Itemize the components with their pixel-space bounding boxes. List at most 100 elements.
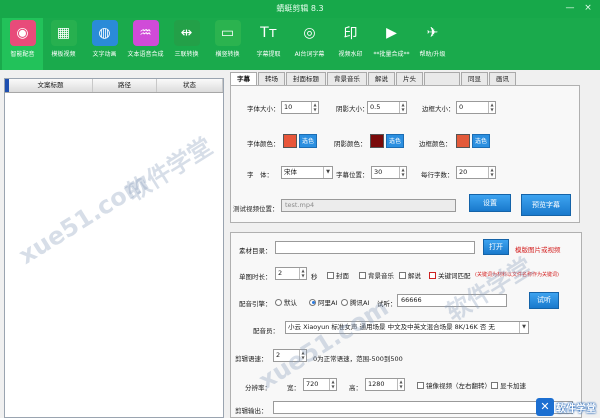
duration-input[interactable]: 2 ▲ ▼: [275, 267, 307, 280]
keyword-match-checkbox[interactable]: 关键词匹配: [429, 270, 471, 280]
engine-ali-radio[interactable]: 阿里AI: [309, 297, 337, 307]
toolbar-button-9[interactable]: ▶ **批量合成**: [371, 18, 412, 70]
toolbar-button-6[interactable]: Tт 字幕提取: [248, 18, 289, 70]
col-path-header[interactable]: 路径: [93, 79, 157, 92]
tab-7[interactable]: 同显: [461, 72, 488, 85]
col-status-header[interactable]: 状态: [157, 79, 223, 92]
border-size-spinner[interactable]: ▲ ▼: [488, 102, 495, 113]
toolbar-button-3[interactable]: ♒ 文本语音合成: [125, 18, 166, 70]
font-select[interactable]: 宋体 ▼: [281, 166, 333, 179]
toolbar-button-5[interactable]: ▭ 横竖转换: [207, 18, 248, 70]
toolbar-button-label: 智能配音: [10, 51, 35, 58]
cover-checkbox[interactable]: 封面: [327, 270, 349, 280]
shadow-color-swatch: [370, 134, 384, 148]
border-size-input[interactable]: 0 ▲ ▼: [456, 101, 496, 114]
brand-logo: ✕ 软件学堂: [536, 398, 596, 416]
window-title: 蜻蜓剪辑 8.3: [276, 4, 324, 13]
audition-button[interactable]: 试听: [529, 292, 559, 309]
tab-2[interactable]: 封面标题: [286, 72, 326, 85]
batch-compose-icon: ▶: [378, 20, 405, 46]
toolbar-button-1[interactable]: ▦ 模板视频: [43, 18, 84, 70]
minimize-button[interactable]: —: [564, 2, 576, 14]
toolbar-button-label: AI台词字幕: [294, 51, 325, 58]
chars-per-line-input[interactable]: 20 ▲ ▼: [456, 166, 496, 179]
toolbar-button-label: 文字动画: [92, 51, 117, 58]
shadow-size-spinner[interactable]: ▲ ▼: [399, 102, 406, 113]
close-button[interactable]: ×: [582, 2, 594, 14]
brand-logo-icon: ✕: [536, 398, 554, 416]
toolbar-button-0[interactable]: ◉ 智能配音: [2, 18, 43, 70]
engine-default-radio[interactable]: 默认: [275, 297, 297, 307]
toolbar-button-label: 三联转换: [174, 51, 199, 58]
height-spinner[interactable]: ▲ ▼: [397, 379, 404, 390]
position-spinner[interactable]: ▲ ▼: [399, 167, 406, 178]
tts-icon: ♒: [132, 20, 159, 46]
chars-per-line-label: 每行字数：: [421, 171, 454, 179]
tab-8[interactable]: 画讯: [489, 72, 516, 85]
toolbar-button-label: **批量合成**: [373, 51, 410, 58]
border-size-label: 边框大小：: [422, 105, 455, 113]
main-toolbar: ◉ 智能配音 ▦ 模板视频 ◍ 文字动画 ♒ 文本语音合成 ⇹ 三联转换 ▭ 横竖转换 Tт 字幕提取 ◎ A…: [0, 18, 600, 70]
ai-subtitle-icon: ◎: [296, 20, 323, 46]
font-color-pick-button[interactable]: 选色: [299, 134, 317, 148]
font-color-swatch: [283, 134, 297, 148]
toolbar-button-4[interactable]: ⇹ 三联转换: [166, 18, 207, 70]
width-spinner[interactable]: ▲ ▼: [329, 379, 336, 390]
height-label: 高：: [349, 384, 362, 392]
toolbar-button-label: 字幕提取: [256, 51, 281, 58]
output-path-input[interactable]: [273, 401, 573, 414]
border-color-pick-button[interactable]: 选色: [472, 134, 490, 148]
tab-6[interactable]: [424, 72, 460, 85]
set-button[interactable]: 设置: [469, 194, 511, 212]
subtitle-position-input[interactable]: 30 ▲ ▼: [371, 166, 407, 179]
col-title-header[interactable]: 文案标题: [9, 79, 93, 92]
height-input[interactable]: 1280 ▲ ▼: [365, 378, 405, 391]
subtitle-position-label: 字幕位置：: [336, 171, 369, 179]
tab-3[interactable]: 背景音乐: [327, 72, 367, 85]
chars-spinner[interactable]: ▲ ▼: [488, 167, 495, 178]
bgm-checkbox[interactable]: 背景音乐: [359, 270, 394, 280]
gpu-accel-checkbox[interactable]: 显卡加速: [491, 380, 526, 390]
text-animation-icon: ◍: [91, 20, 118, 46]
font-color-label: 字体颜色：: [247, 140, 280, 148]
mirror-checkbox[interactable]: 镜像视频（左右翻转）: [417, 380, 491, 390]
test-video-label: 测试视频位置：: [233, 205, 279, 213]
tab-5[interactable]: 片头: [396, 72, 423, 85]
border-color-label: 边框颜色：: [419, 140, 452, 148]
toolbar-button-7[interactable]: ◎ AI台词字幕: [289, 18, 330, 70]
shadow-size-input[interactable]: 0.5 ▲ ▼: [367, 101, 407, 114]
watermark-icon: 印: [337, 20, 364, 46]
toolbar-button-10[interactable]: ✈ 帮助/升级: [412, 18, 453, 70]
shadow-size-label: 阴影大小：: [336, 105, 369, 113]
tab-1[interactable]: 转场: [258, 72, 285, 85]
shadow-color-label: 阴影颜色：: [334, 140, 367, 148]
duration-spinner[interactable]: ▲ ▼: [299, 268, 306, 279]
list-header: 文案标题 路径 状态: [5, 79, 223, 93]
triple-convert-icon: ⇹: [173, 20, 200, 46]
width-input[interactable]: 720 ▲ ▼: [303, 378, 337, 391]
toolbar-button-label: 模板视频: [51, 51, 76, 58]
subtitle-extract-icon: Tт: [255, 20, 282, 46]
material-dir-input[interactable]: [275, 241, 475, 254]
narration-checkbox[interactable]: 解说: [399, 270, 421, 280]
tab-4[interactable]: 解说: [368, 72, 395, 85]
toolbar-button-label: 视频水印: [338, 51, 363, 58]
toolbar-button-label: 文本语音合成: [127, 51, 164, 58]
duration-label: 单图时长：: [239, 273, 272, 281]
title-bar: 蜻蜓剪辑 8.3: [0, 0, 600, 18]
test-video-input[interactable]: test.mp4: [281, 199, 456, 212]
toolbar-button-8[interactable]: 印视频水印: [330, 18, 371, 70]
open-dir-button[interactable]: 打开: [483, 239, 509, 255]
settings-tabs: 字幕 转场 封面标题 背景音乐 解说 片头 同显 画讯: [230, 72, 517, 85]
speed-label: 剪辑语速：: [235, 355, 268, 363]
font-size-input[interactable]: 10 ▲ ▼: [281, 101, 319, 114]
font-label: 字 体：: [247, 171, 273, 179]
tab-0[interactable]: 字幕: [230, 72, 257, 85]
orientation-icon: ▭: [214, 20, 241, 46]
brand-logo-text: 软件学堂: [556, 403, 596, 415]
voice-actor-label: 配音员：: [253, 327, 279, 335]
shadow-color-pick-button[interactable]: 选色: [386, 134, 404, 148]
font-size-spinner[interactable]: ▲ ▼: [311, 102, 318, 113]
toolbar-button-2[interactable]: ◍ 文字动画: [84, 18, 125, 70]
preview-subtitle-button[interactable]: 预览字幕: [521, 194, 571, 216]
